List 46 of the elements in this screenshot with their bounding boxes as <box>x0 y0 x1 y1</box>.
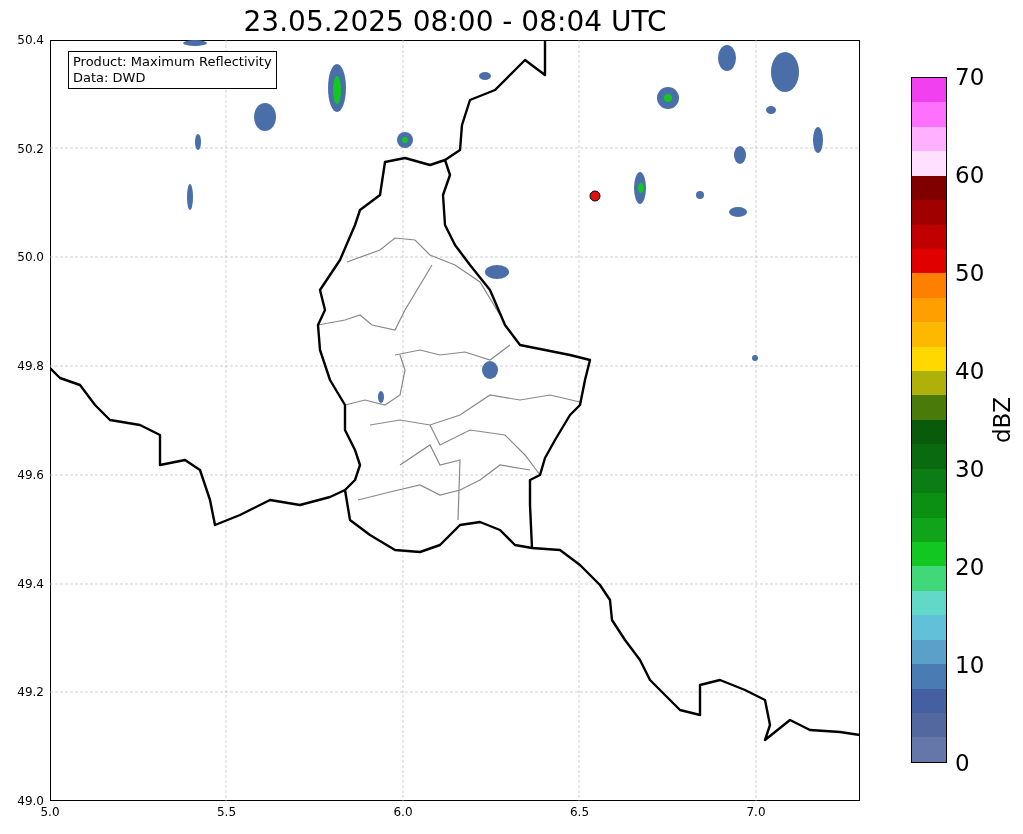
radar-echo-core <box>664 94 672 102</box>
colorbar-tick-label: 30 <box>955 455 985 483</box>
radar-echo <box>718 45 736 71</box>
chart-title: 23.05.2025 08:00 - 08:04 UTC <box>242 4 668 40</box>
axis-tick-label: 49.0 <box>17 793 44 808</box>
radar-echo <box>813 127 823 153</box>
radar-echo <box>378 391 384 403</box>
colorbar-tick-label: 50 <box>955 259 985 287</box>
location-marker <box>589 190 601 202</box>
radar-echo <box>485 265 509 279</box>
radar-echo <box>482 361 498 379</box>
axis-tick-label: 50.4 <box>17 33 44 47</box>
radar-echo <box>734 146 746 164</box>
radar-echo <box>195 134 201 150</box>
colorbar-label: dBZ <box>989 396 1016 444</box>
colorbar-tick-label: 20 <box>955 553 985 581</box>
radar-echo <box>479 72 491 80</box>
axis-tick-label: 49.6 <box>17 467 44 482</box>
radar-echo-core <box>638 183 644 193</box>
radar-echo <box>187 184 193 210</box>
axis-tick-label: 49.4 <box>17 576 44 591</box>
radar-echo <box>696 191 704 199</box>
colorbar-tick-label: 40 <box>955 357 985 385</box>
axis-tick-label: 6.0 <box>392 805 414 819</box>
axis-tick-label: 50.2 <box>17 141 44 156</box>
axis-tick-label: 5.0 <box>39 805 61 819</box>
axis-tick-label: 50.0 <box>17 250 44 265</box>
radar-echo-core <box>402 137 408 143</box>
radar-echo <box>729 207 747 217</box>
axis-tick-label: 7.0 <box>745 805 767 819</box>
axis-tick-label: 49.8 <box>17 359 44 374</box>
colorbar-tick-label: 70 <box>955 63 985 91</box>
axis-tick-label: 6.5 <box>568 805 591 819</box>
colorbar-tick-label: 0 <box>955 749 971 777</box>
radar-echo <box>752 355 758 361</box>
colorbar-tick-label: 10 <box>955 651 985 679</box>
radar-echo-core <box>333 76 341 104</box>
radar-echo <box>771 52 799 92</box>
radar-echo <box>183 40 207 46</box>
axis-tick-label: 49.2 <box>17 685 44 700</box>
legend-text: Data: DWD <box>73 70 147 86</box>
axis-tick-label: 5.5 <box>215 805 238 819</box>
radar-echo <box>766 106 776 114</box>
colorbar-tick-label: 60 <box>955 161 985 189</box>
radar-echo <box>254 103 276 131</box>
legend-text: Product: Maximum Reflectivity <box>73 54 272 70</box>
